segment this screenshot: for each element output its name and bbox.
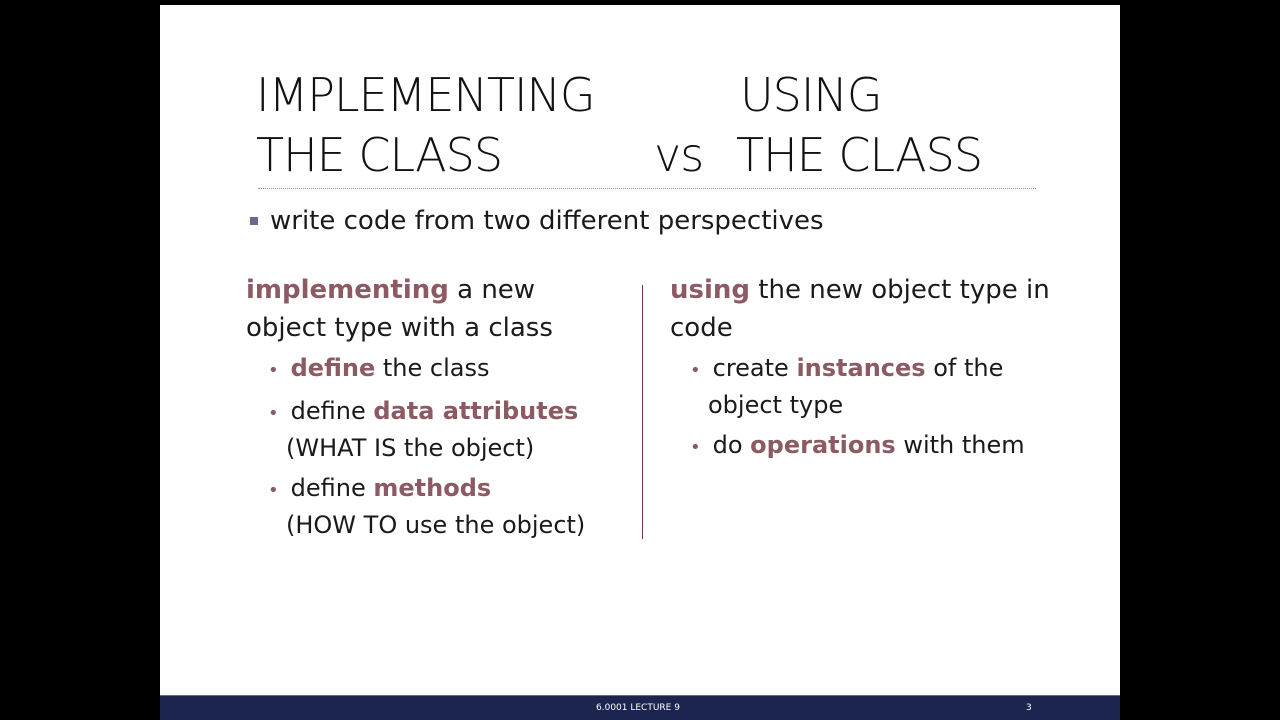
left-bullet-2: • define data attributes (WHAT IS the obje…: [268, 397, 579, 462]
right-heading: using the new object type in code: [670, 275, 1050, 343]
right-bullet-2: • do operations with them: [690, 431, 1025, 459]
left-bullet-3: • define methods (HOW TO use the object): [268, 474, 586, 539]
left-bullet-1: • define the class: [268, 354, 490, 382]
column-divider: [642, 285, 643, 539]
intro-text: write code from two different perspectiv…: [270, 206, 824, 236]
title-left: IMPLEMENTING THE CLASS: [256, 68, 596, 182]
title-vs: vs: [654, 128, 704, 182]
bullet-square-icon: [250, 217, 258, 225]
slide: IMPLEMENTING THE CLASS vs USING THE CLASS …: [160, 5, 1120, 720]
footer-label: 6.0001 LECTURE 9: [596, 703, 680, 713]
title-divider: [258, 188, 1036, 189]
right-bullet-1: • create instances of the object type: [690, 354, 1004, 419]
footer-bar: 6.0001 LECTURE 9 3: [160, 695, 1120, 720]
left-heading: implementing a new object type with a cla…: [246, 275, 553, 343]
page-number: 3: [1026, 703, 1032, 713]
title-right: USING THE CLASS: [736, 68, 983, 182]
